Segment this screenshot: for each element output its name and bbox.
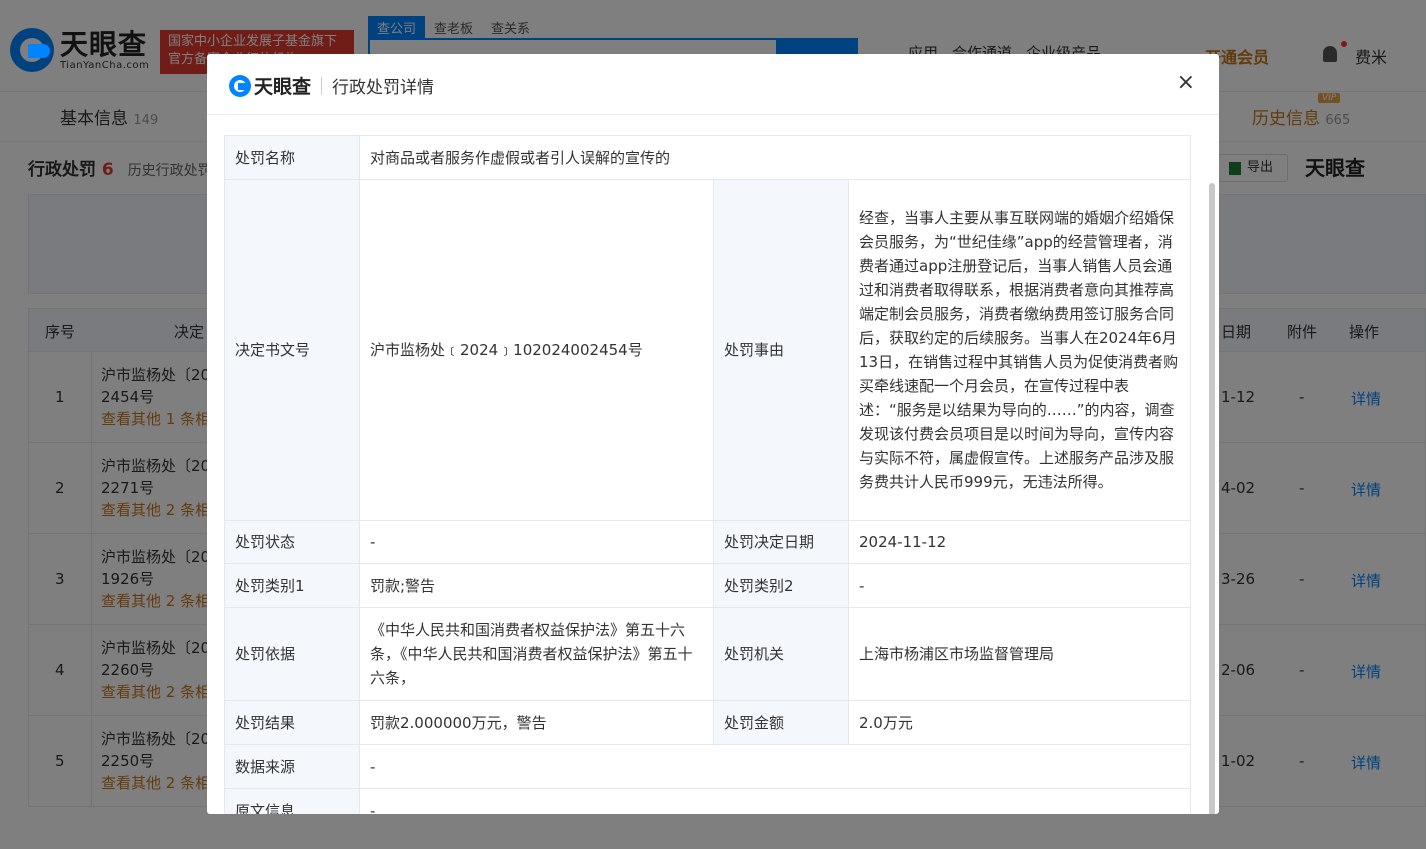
reason-label: 处罚事由 [713, 179, 849, 521]
penalty-name-label: 处罚名称 [224, 135, 360, 180]
original-label: 原文信息 [224, 788, 360, 814]
category2-value: - [847, 563, 1192, 608]
authority-label: 处罚机关 [713, 607, 849, 701]
penalty-name-value: 对商品或者服务作虚假或者引人误解的宣传的 [358, 135, 1192, 180]
penalty-detail-modal: 天眼查 行政处罚详情 × 处罚名称 对商品或者服务作虚假或者引人误解的宣传的 决… [207, 54, 1219, 814]
divider [321, 76, 323, 95]
modal-body[interactable]: 处罚名称 对商品或者服务作虚假或者引人误解的宣传的 决定书文号 沪市监杨处﹝20… [207, 115, 1219, 814]
original-value: - [358, 788, 1192, 814]
authority-value: 上海市杨浦区市场监督管理局 [847, 607, 1192, 701]
decision-date-value: 2024-11-12 [847, 520, 1192, 564]
doc-no-value: 沪市监杨处﹝2024﹞102024002454号 [359, 179, 714, 521]
close-icon[interactable]: × [1177, 70, 1195, 96]
category1-value: 罚款;警告 [359, 563, 714, 608]
modal-title: 行政处罚详情 [332, 78, 435, 98]
basis-value: 《中华人民共和国消费者权益保护法》第五十六条，《中华人民共和国消费者权益保护法》… [359, 607, 714, 701]
logo-icon [229, 74, 251, 97]
status-label: 处罚状态 [224, 520, 360, 564]
result-value: 罚款2.000000万元，警告 [359, 700, 714, 745]
reason-value: 经查，当事人主要从事互联网端的婚姻介绍婚保会员服务，为“世纪佳缘”app的经营管… [847, 179, 1192, 521]
result-label: 处罚结果 [224, 700, 360, 745]
scrollbar[interactable] [1209, 183, 1215, 814]
amount-label: 处罚金额 [713, 700, 849, 745]
amount-value: 2.0万元 [847, 700, 1192, 745]
category2-label: 处罚类别2 [713, 563, 849, 608]
decision-date-label: 处罚决定日期 [713, 520, 849, 564]
category1-label: 处罚类别1 [224, 563, 360, 608]
basis-label: 处罚依据 [224, 607, 360, 701]
modal-header: 天眼查 行政处罚详情 × [207, 54, 1219, 115]
modal-logo-text: 天眼查 [254, 76, 312, 98]
source-value: - [358, 744, 1192, 789]
doc-no-label: 决定书文号 [224, 179, 360, 521]
status-value: - [359, 520, 714, 564]
source-label: 数据来源 [224, 744, 360, 789]
detail-table: 处罚名称 对商品或者服务作虚假或者引人误解的宣传的 决定书文号 沪市监杨处﹝20… [224, 135, 1192, 814]
